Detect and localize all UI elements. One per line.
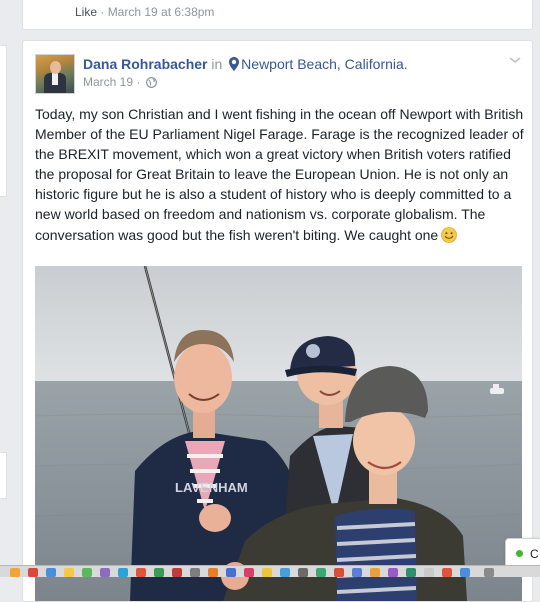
like-link[interactable]: Like (75, 5, 97, 19)
left-column-card (0, 45, 7, 197)
previous-post-footer: Like · March 19 at 6:38pm (22, 0, 533, 30)
post-card: Dana Rohrabacher in Newport Beach, Calif… (22, 40, 533, 602)
author-name[interactable]: Dana Rohrabacher (83, 56, 207, 72)
smile-icon (441, 226, 458, 243)
post-text: Today, my son Christian and I went fishi… (35, 106, 524, 243)
chat-label: C (530, 547, 539, 561)
post-date[interactable]: March 19 (83, 75, 133, 89)
dock-bar (0, 565, 540, 577)
location-pin-icon (229, 57, 240, 71)
online-status-icon (516, 550, 523, 557)
left-column-card (0, 452, 7, 499)
in-label: in (211, 56, 223, 72)
location-link[interactable]: Newport Beach, California. (241, 56, 408, 72)
sweatshirt-text: LAVENHAM (175, 480, 248, 495)
chevron-down-icon[interactable] (508, 53, 522, 67)
date-separator: · (133, 75, 144, 89)
post-date-line: March 19 · (83, 75, 157, 89)
meta-separator: · (97, 5, 108, 19)
globe-icon[interactable] (145, 77, 157, 88)
comment-timestamp[interactable]: March 19 at 6:38pm (108, 5, 215, 19)
post-body: Today, my son Christian and I went fishi… (35, 104, 525, 245)
author-avatar[interactable] (35, 54, 75, 94)
post-header: Dana Rohrabacher in Newport Beach, Calif… (83, 55, 408, 73)
fishing-photo[interactable]: LAVENHAM (35, 266, 522, 601)
comment-meta: Like · March 19 at 6:38pm (75, 5, 214, 19)
